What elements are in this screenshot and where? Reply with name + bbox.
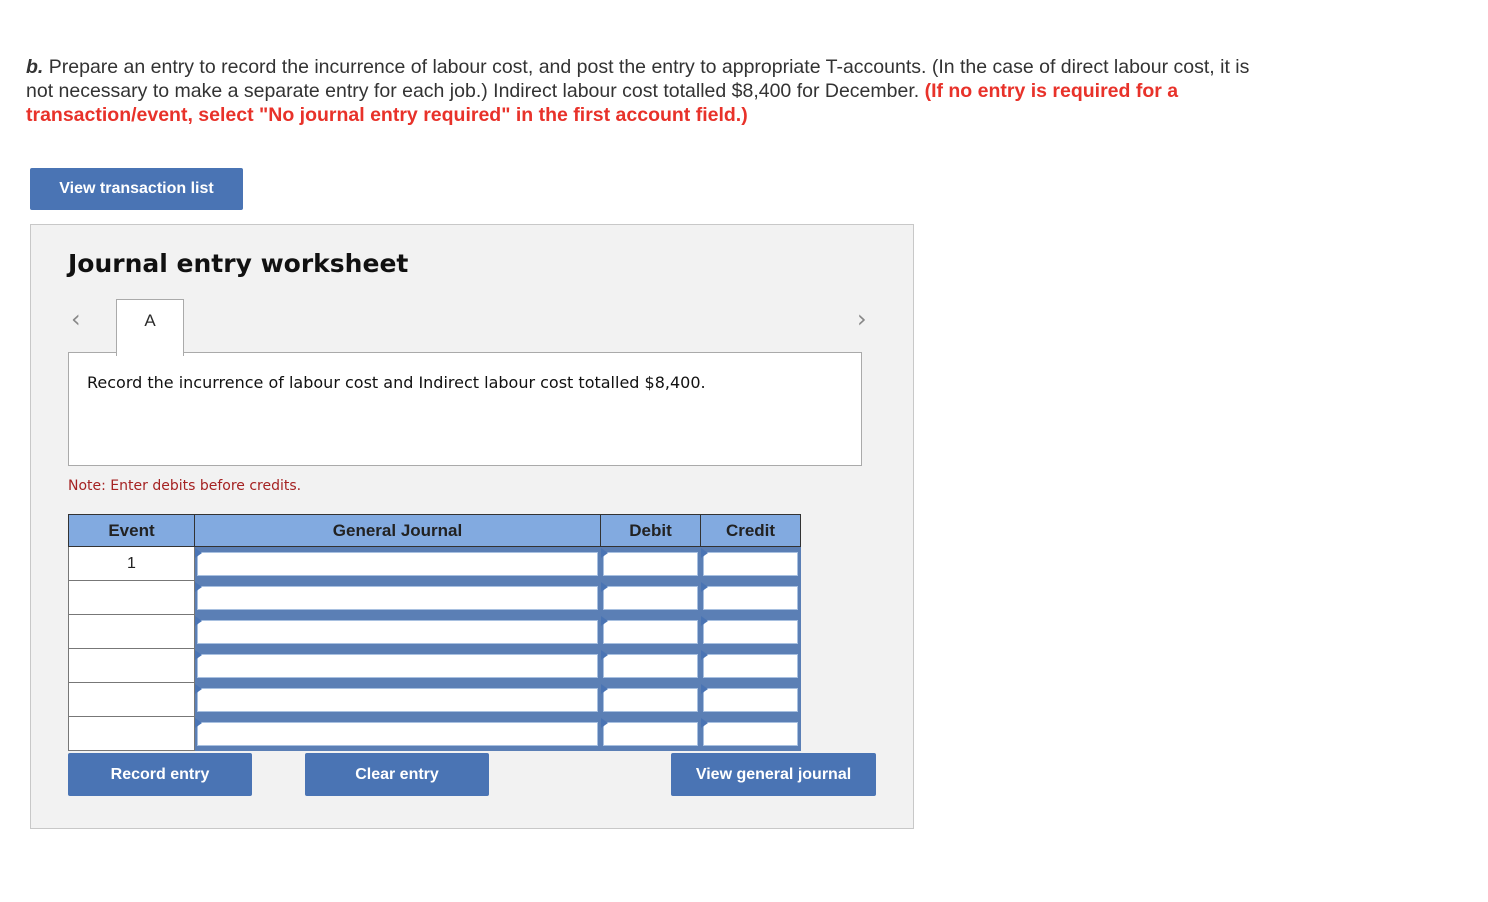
cell-marker-icon [195,582,202,592]
journal-row [68,682,801,717]
debit-cell [600,682,701,717]
credit-cell [700,716,801,751]
account-cell [194,580,601,615]
credit-input[interactable] [703,653,798,678]
debit-cell [600,614,701,649]
cell-marker-icon [195,616,202,626]
tab-a[interactable]: A [116,299,184,356]
event-cell [68,648,195,683]
credit-cell [700,648,801,683]
journal-row [68,716,801,751]
credit-cell [700,614,801,649]
account-cell [194,716,601,751]
credit-input[interactable] [703,619,798,644]
account-input[interactable] [197,653,598,678]
credit-cell [700,546,801,581]
cell-marker-icon [701,684,708,694]
event-cell: 1 [68,546,195,581]
debit-input[interactable] [603,619,698,644]
account-input[interactable] [197,551,598,576]
cell-marker-icon [195,650,202,660]
journal-row [68,580,801,615]
credit-input[interactable] [703,721,798,746]
worksheet-title: Journal entry worksheet [68,249,409,278]
chevron-right-icon[interactable]: › [857,305,867,333]
debit-input[interactable] [603,551,698,576]
debit-input[interactable] [603,653,698,678]
cell-marker-icon [701,718,708,728]
account-input[interactable] [197,619,598,644]
question-text: b. Prepare an entry to record the incurr… [26,55,1276,127]
transaction-description: Record the incurrence of labour cost and… [68,352,862,466]
cell-marker-icon [195,548,202,558]
chevron-left-icon[interactable]: ‹ [71,305,81,333]
journal-row: 1 [68,546,801,581]
view-transaction-list-button[interactable]: View transaction list [30,168,243,210]
debit-cell [600,648,701,683]
credit-cell [700,580,801,615]
event-cell [68,682,195,717]
event-cell [68,716,195,751]
account-cell [194,546,601,581]
debit-input[interactable] [603,721,698,746]
entry-note: Note: Enter debits before credits. [68,478,302,494]
cell-marker-icon [701,650,708,660]
cell-marker-icon [701,582,708,592]
credit-input[interactable] [703,551,798,576]
event-cell [68,580,195,615]
header-general-journal: General Journal [194,514,601,547]
credit-input[interactable] [703,585,798,610]
journal-entry-worksheet: Journal entry worksheet ‹ › A Record the… [30,224,914,829]
header-debit: Debit [600,514,701,547]
cell-marker-icon [601,548,608,558]
account-cell [194,648,601,683]
journal-row [68,648,801,683]
view-general-journal-button[interactable]: View general journal [671,753,876,796]
account-input[interactable] [197,721,598,746]
event-cell [68,614,195,649]
cell-marker-icon [195,718,202,728]
account-input[interactable] [197,585,598,610]
cell-marker-icon [601,684,608,694]
cell-marker-icon [601,650,608,660]
debit-input[interactable] [603,585,698,610]
credit-input[interactable] [703,687,798,712]
journal-table: Event General Journal Debit Credit 1 [68,514,801,751]
account-input[interactable] [197,687,598,712]
account-cell [194,682,601,717]
cell-marker-icon [601,616,608,626]
header-event: Event [68,514,195,547]
credit-cell [700,682,801,717]
account-cell [194,614,601,649]
journal-header-row: Event General Journal Debit Credit [68,514,801,547]
cell-marker-icon [195,684,202,694]
record-entry-button[interactable]: Record entry [68,753,252,796]
question-label: b. [26,56,44,78]
debit-cell [600,580,701,615]
description-text: Record the incurrence of labour cost and… [87,373,706,392]
cell-marker-icon [601,582,608,592]
debit-cell [600,546,701,581]
cell-marker-icon [701,616,708,626]
cell-marker-icon [601,718,608,728]
journal-row [68,614,801,649]
header-credit: Credit [700,514,801,547]
debit-input[interactable] [603,687,698,712]
debit-cell [600,716,701,751]
cell-marker-icon [701,548,708,558]
clear-entry-button[interactable]: Clear entry [305,753,489,796]
